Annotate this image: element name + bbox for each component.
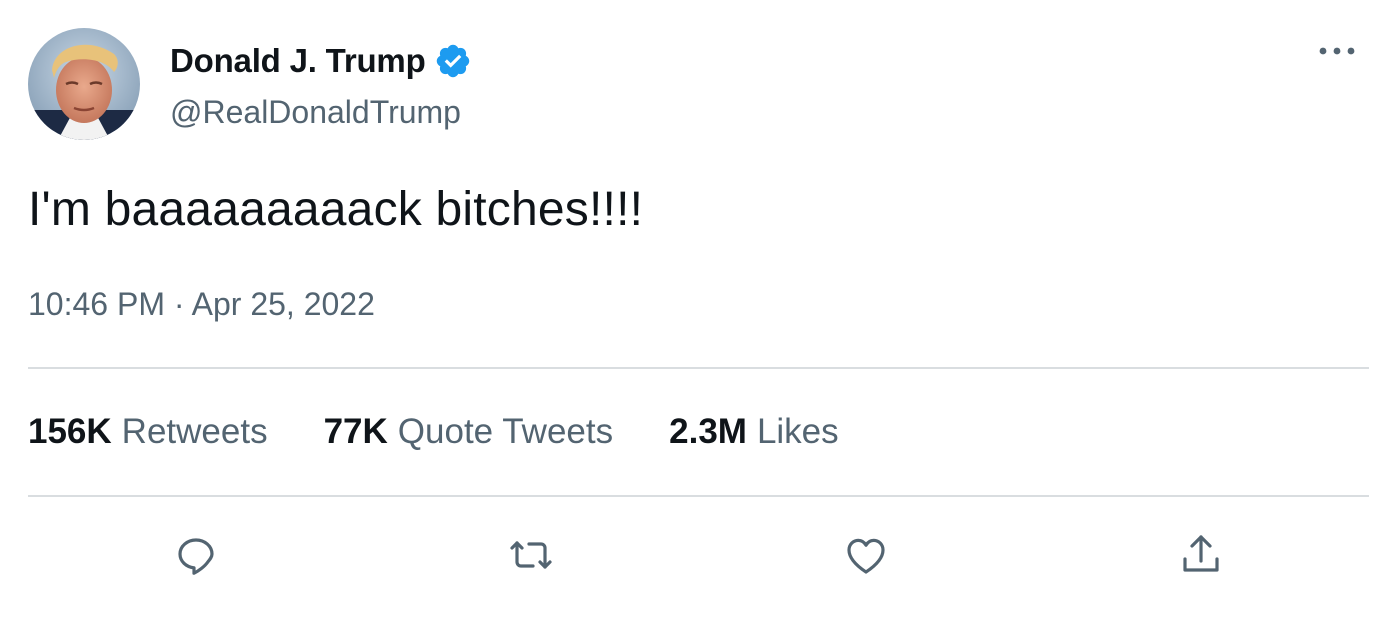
like-button[interactable] bbox=[839, 530, 893, 584]
share-upload-icon bbox=[1177, 531, 1225, 584]
likes-count: 2.3M bbox=[669, 412, 747, 451]
quote-tweets-label: Quote Tweets bbox=[397, 412, 614, 451]
author-handle[interactable]: @RealDonaldTrump bbox=[170, 94, 461, 131]
heart-icon bbox=[842, 531, 890, 584]
retweets-stat[interactable]: 156K Retweets bbox=[28, 412, 268, 452]
divider bbox=[28, 367, 1369, 369]
retweets-label: Retweets bbox=[121, 412, 268, 451]
divider bbox=[28, 495, 1369, 497]
reply-button[interactable] bbox=[169, 530, 223, 584]
verified-badge-icon bbox=[434, 42, 472, 80]
likes-label: Likes bbox=[756, 412, 839, 451]
retweet-arrows-icon bbox=[507, 531, 555, 584]
author-name-row: Donald J. Trump bbox=[170, 38, 472, 84]
tweet-text: I'm baaaaaaaaack bitches!!!! bbox=[28, 183, 644, 236]
tweet-timestamp[interactable]: 10:46 PM · Apr 25, 2022 bbox=[28, 286, 375, 323]
quote-tweets-stat[interactable]: 77K Quote Tweets bbox=[324, 412, 614, 452]
more-options-icon[interactable] bbox=[1312, 36, 1362, 66]
retweet-button[interactable] bbox=[504, 530, 558, 584]
share-button[interactable] bbox=[1174, 530, 1228, 584]
author-display-name[interactable]: Donald J. Trump bbox=[170, 42, 426, 80]
avatar-photo bbox=[28, 28, 140, 140]
quote-tweets-count: 77K bbox=[323, 412, 388, 451]
tweet-card: Donald J. Trump @RealDonaldTrump I'm baa… bbox=[0, 0, 1397, 640]
engagement-stats: 156K Retweets 77K Quote Tweets 2.3M Like… bbox=[28, 412, 839, 452]
likes-stat[interactable]: 2.3M Likes bbox=[669, 412, 839, 452]
retweets-count: 156K bbox=[28, 412, 112, 451]
comment-bubble-icon bbox=[172, 531, 220, 584]
avatar[interactable] bbox=[28, 28, 140, 140]
